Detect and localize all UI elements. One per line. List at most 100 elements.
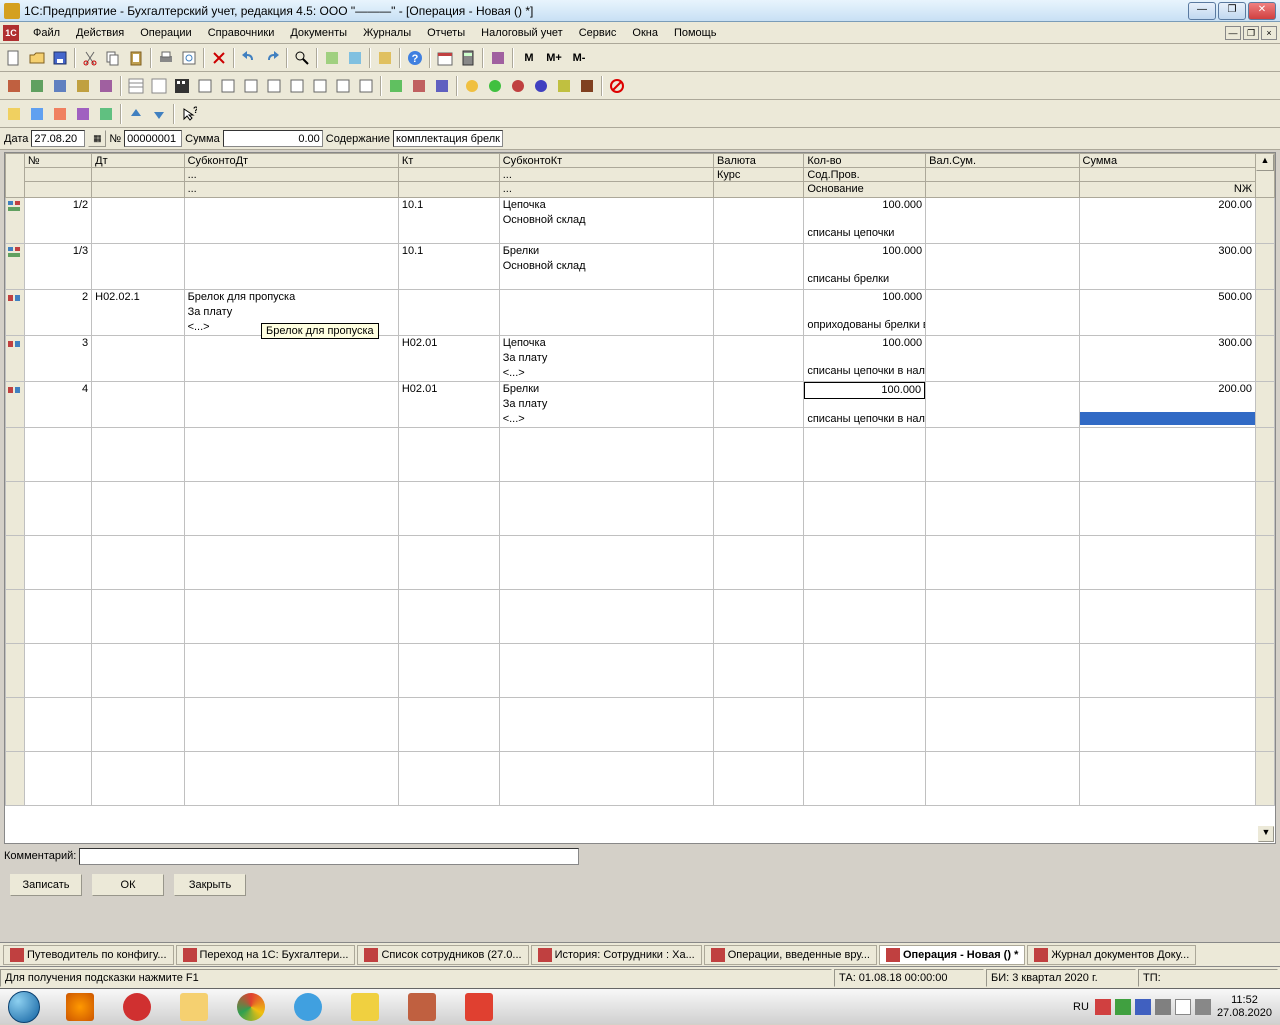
tb2-icon[interactable] [49,75,71,97]
close-button[interactable]: Закрыть [174,874,246,896]
table-row[interactable]: 1/310.1БрелкиОсновной склад100.000списан… [6,244,1275,290]
menu-tax[interactable]: Налоговый учет [473,25,571,41]
table-row[interactable] [6,482,1275,536]
tb2-icon[interactable] [408,75,430,97]
table-row[interactable] [6,644,1275,698]
col-num[interactable]: № [24,154,91,198]
menu-references[interactable]: Справочники [200,25,283,41]
m-button[interactable]: M [517,47,541,69]
arrow-down-icon[interactable] [148,103,170,125]
menu-operations[interactable]: Операции [132,25,199,41]
tray-clock[interactable]: 11:52 27.08.2020 [1217,994,1272,1020]
menu-windows[interactable]: Окна [624,25,666,41]
arrow-up-icon[interactable] [125,103,147,125]
find-icon[interactable] [291,47,313,69]
task-app1[interactable] [394,990,450,1024]
toolbar-btn[interactable] [321,47,343,69]
undo-icon[interactable] [238,47,260,69]
tb2-icon[interactable] [26,75,48,97]
tb2-icon[interactable] [431,75,453,97]
tb3-icon[interactable] [72,103,94,125]
window-tab[interactable]: Операции, введенные вру... [704,945,877,965]
tray-icon[interactable] [1115,999,1131,1015]
window-tab[interactable]: Путеводитель по конфигу... [3,945,174,965]
tb2-icon[interactable] [461,75,483,97]
close-button[interactable]: ✕ [1248,2,1276,20]
col-valsum[interactable]: Вал.Сум. [926,154,1079,198]
save-button[interactable]: Записать [10,874,82,896]
tb2-icon[interactable] [507,75,529,97]
comment-input[interactable] [79,848,579,865]
tray-lang[interactable]: RU [1073,1001,1089,1013]
toolbar-btn[interactable] [374,47,396,69]
tray-icon[interactable] [1135,999,1151,1015]
tb3-icon[interactable] [95,103,117,125]
tb2-icon[interactable] [286,75,308,97]
table-row[interactable] [6,752,1275,806]
tb2-icon[interactable] [263,75,285,97]
tb3-icon[interactable] [49,103,71,125]
window-tab[interactable]: Журнал документов Доку... [1027,945,1196,965]
task-opera[interactable] [109,990,165,1024]
table-row[interactable] [6,536,1275,590]
tray-flag-icon[interactable] [1175,999,1191,1015]
tray-icon[interactable] [1095,999,1111,1015]
tb2-icon[interactable] [3,75,25,97]
table-row[interactable]: 2Н02.02.1Брелок для пропускаЗа плату<...… [6,290,1275,336]
tray-volume-icon[interactable] [1195,999,1211,1015]
tb2-icon[interactable] [217,75,239,97]
tb2-icon[interactable] [240,75,262,97]
tb2-icon[interactable] [355,75,377,97]
tb2-icon[interactable] [72,75,94,97]
task-anydesk[interactable] [451,990,507,1024]
mdi-restore[interactable]: ❐ [1243,26,1259,40]
date-picker-button[interactable]: ▦ [88,130,106,147]
new-icon[interactable] [3,47,25,69]
task-1c[interactable] [337,990,393,1024]
calc-icon[interactable] [457,47,479,69]
tb2-icon[interactable] [171,75,193,97]
date-input[interactable] [31,130,85,147]
menu-reports[interactable]: Отчеты [419,25,473,41]
num-input[interactable] [124,130,182,147]
maximize-button[interactable]: ❐ [1218,2,1246,20]
task-explorer[interactable] [166,990,222,1024]
delete-icon[interactable] [208,47,230,69]
start-button[interactable] [0,989,48,1025]
menu-help[interactable]: Помощь [666,25,725,41]
copy-icon[interactable] [102,47,124,69]
scroll-up[interactable]: ▲ [1256,154,1274,171]
minimize-button[interactable]: — [1188,2,1216,20]
table-row[interactable] [6,428,1275,482]
tray-icon[interactable] [1155,999,1171,1015]
open-icon[interactable] [26,47,48,69]
table-row[interactable]: 3Н02.01ЦепочкаЗа плату<...>100.000списан… [6,336,1275,382]
tb3-icon[interactable] [3,103,25,125]
preview-icon[interactable] [178,47,200,69]
stop-icon[interactable] [606,75,628,97]
table-row[interactable]: 1/210.1ЦепочкаОсновной склад100.000списа… [6,198,1275,244]
task-chrome[interactable] [223,990,279,1024]
table-row[interactable]: 4Н02.01БрелкиЗа плату<...>100.000списаны… [6,382,1275,428]
col-val[interactable]: ВалютаКурс [714,154,804,198]
task-mediaplayer[interactable] [52,990,108,1024]
tb2-icon[interactable] [385,75,407,97]
menu-file[interactable]: Файл [25,25,68,41]
print-icon[interactable] [155,47,177,69]
tb2-icon[interactable] [309,75,331,97]
tb2-icon[interactable] [95,75,117,97]
col-marker[interactable] [6,154,25,198]
table-row[interactable] [6,590,1275,644]
content-input[interactable] [393,130,503,147]
col-subdt[interactable]: СубконтоДт...... [184,154,398,198]
help-icon[interactable]: ? [404,47,426,69]
menu-documents[interactable]: Документы [282,25,355,41]
help-cursor-icon[interactable]: ? [178,103,200,125]
col-kolvo[interactable]: Кол-воСод.Пров.Основание [804,154,926,198]
cut-icon[interactable] [79,47,101,69]
window-tab[interactable]: Список сотрудников (27.0... [357,945,528,965]
task-ie[interactable] [280,990,336,1024]
col-kt[interactable]: Кт [398,154,499,198]
tb2-icon[interactable] [125,75,147,97]
toolbar-btn[interactable] [344,47,366,69]
